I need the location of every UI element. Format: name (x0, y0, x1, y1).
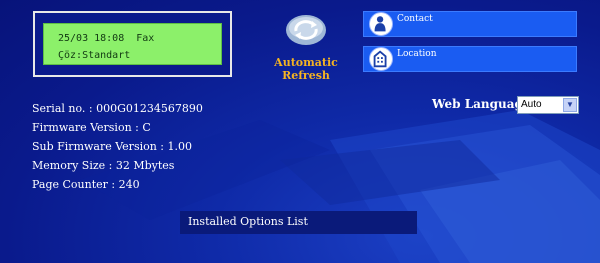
refresh-label-line-2: Refresh (282, 69, 330, 82)
refresh-label: Automatic Refresh (266, 56, 346, 82)
lcd-display: 25/03 18:08 Fax Çöz:Standart (43, 23, 222, 65)
person-icon (369, 12, 393, 36)
chevron-down-icon: ▼ (563, 98, 577, 112)
lcd-line-1: 25/03 18:08 Fax (58, 33, 155, 44)
lcd-line-2: Çöz:Standart (58, 50, 131, 61)
automatic-refresh-button[interactable]: Automatic Refresh (266, 14, 346, 82)
contact-button[interactable]: Contact (363, 11, 577, 37)
device-info-list: Serial no. : 000G01234567890 Firmware Ve… (32, 99, 203, 194)
installed-options-label: Installed Options List (188, 215, 308, 228)
sub-firmware-version: Sub Firmware Version : 1.00 (32, 140, 192, 153)
location-label: Location (397, 49, 437, 59)
firmware-version: Firmware Version : C (32, 121, 151, 134)
location-button[interactable]: Location (363, 46, 577, 72)
building-icon (369, 47, 393, 71)
installed-options-bar: Installed Options List (180, 211, 417, 234)
memory-size: Memory Size : 32 Mbytes (32, 159, 175, 172)
contact-label: Contact (397, 14, 433, 24)
web-language-value: Auto (521, 99, 542, 110)
refresh-label-line-1: Automatic (274, 56, 338, 69)
printer-status-page: 25/03 18:08 Fax Çöz:Standart Automatic R… (0, 0, 600, 263)
web-language-select[interactable]: Auto ▼ (517, 96, 579, 114)
refresh-icon (286, 15, 326, 45)
serial-number: Serial no. : 000G01234567890 (32, 102, 203, 115)
lcd-display-frame: 25/03 18:08 Fax Çöz:Standart (33, 11, 232, 77)
page-counter: Page Counter : 240 (32, 178, 140, 191)
